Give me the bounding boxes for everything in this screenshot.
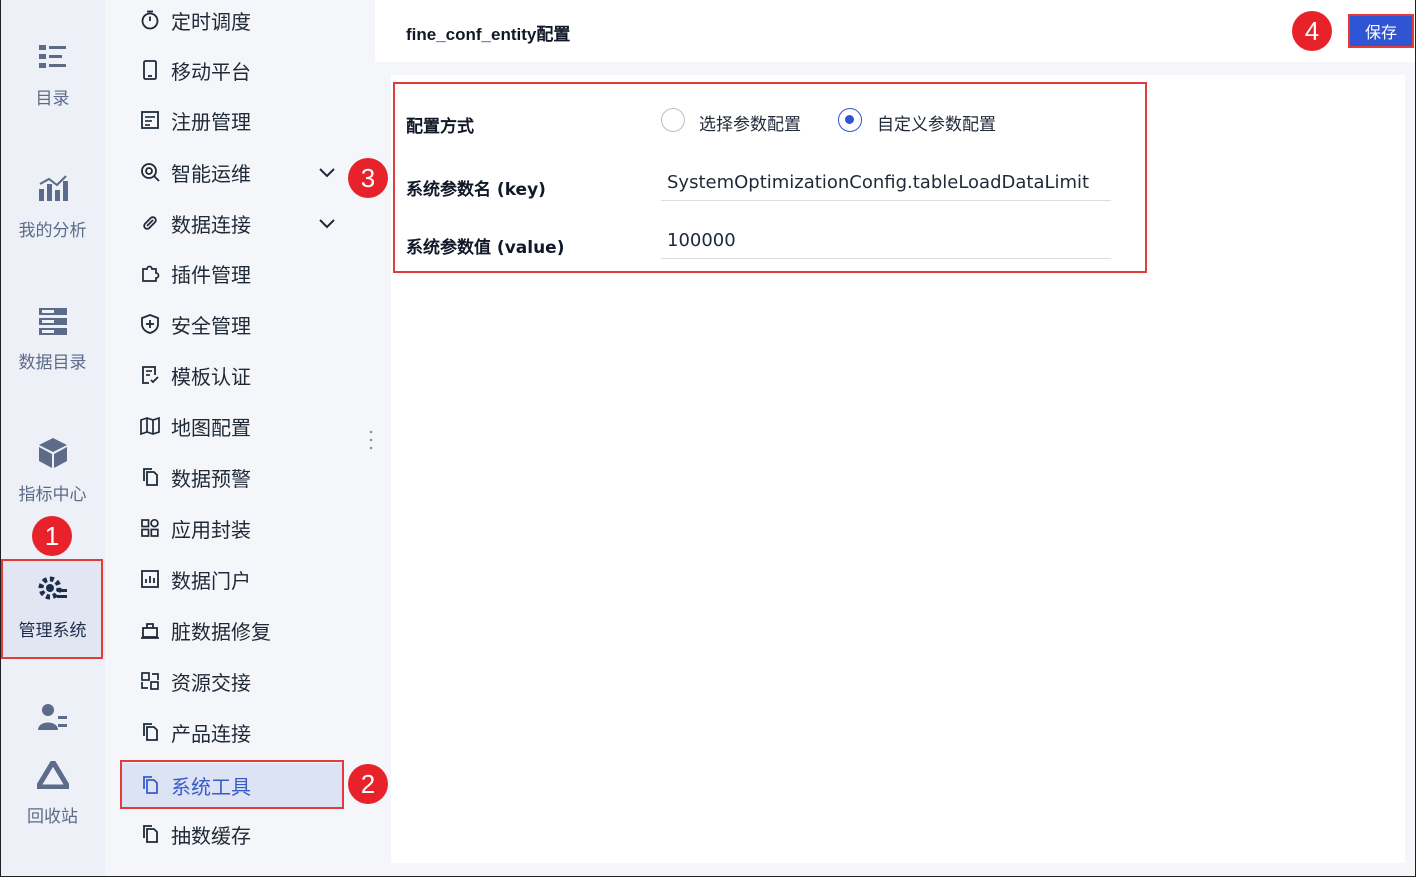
- catalog-icon: [36, 40, 70, 74]
- portal-icon: [139, 568, 161, 590]
- menu-item-label: 产品连接: [171, 721, 251, 746]
- template-cert-icon: [139, 364, 161, 386]
- page-title: fine_conf_entity配置: [406, 25, 571, 44]
- menu-item-data-alert[interactable]: 数据预警: [105, 457, 375, 497]
- menu-item-label: 定时调度: [171, 9, 251, 34]
- menu-item-label: 智能运维: [171, 161, 251, 186]
- menu-item-registration[interactable]: 注册管理: [105, 100, 375, 140]
- data-catalog-icon: [36, 304, 70, 338]
- menu-item-label: 资源交接: [171, 670, 251, 695]
- register-icon: [139, 109, 161, 131]
- rail-item-label: 管理系统: [18, 621, 87, 641]
- menu-item-label: 地图配置: [171, 415, 251, 440]
- rail-item-catalog[interactable]: 目录: [0, 40, 105, 130]
- rail-item-label: 我的分析: [18, 221, 87, 241]
- menu-item-security[interactable]: 安全管理: [105, 304, 375, 344]
- rail-item-metrics-center[interactable]: 指标中心: [0, 436, 105, 526]
- menu-item-template-cert[interactable]: 模板认证: [105, 355, 375, 395]
- rail-item-label: 目录: [35, 89, 70, 109]
- copy-icon: [139, 823, 161, 845]
- config-panel: 配置方式 选择参数配置 自定义参数配置 系统参数名 (key) 系统参数值 (v…: [391, 75, 1405, 863]
- radio-select-param[interactable]: [661, 108, 685, 132]
- menu-item-label: 系统工具: [171, 774, 251, 799]
- user-list-icon: [36, 700, 70, 734]
- radio-custom-param[interactable]: [838, 108, 862, 132]
- rail-item-data-catalog[interactable]: 数据目录: [0, 304, 105, 394]
- rail-item-management-system[interactable]: 管理系统: [0, 560, 105, 658]
- radio-custom-param-label[interactable]: 自定义参数配置: [877, 110, 996, 135]
- ops-icon: [139, 161, 161, 183]
- page-header: fine_conf_entity配置 保存: [375, 0, 1416, 62]
- menu-item-label: 移动平台: [171, 59, 251, 84]
- menu-item-scheduling[interactable]: 定时调度: [105, 0, 375, 40]
- callout-badge-1: 1: [32, 516, 72, 556]
- menu-item-label: 插件管理: [171, 262, 251, 287]
- menu-item-label: 数据连接: [171, 212, 251, 237]
- main-content: fine_conf_entity配置 保存 配置方式 选择参数配置 自定义参数配…: [375, 0, 1416, 877]
- menu-item-label: 应用封装: [171, 517, 251, 542]
- menu-item-label: 数据预警: [171, 466, 251, 491]
- menu-item-label: 安全管理: [171, 313, 251, 338]
- menu-item-label: 模板认证: [171, 364, 251, 389]
- admin-menu: 定时调度 移动平台 注册管理 智能运维 数据连接 插件管理 安全管理 模板认证 …: [105, 0, 375, 877]
- gear-manage-icon: [36, 572, 70, 606]
- copy-icon: [139, 466, 161, 488]
- callout-badge-2: 2: [348, 764, 388, 804]
- analysis-chart-icon: [36, 172, 70, 206]
- rail-item-label: 数据目录: [18, 353, 87, 373]
- menu-item-resource-handover[interactable]: 资源交接: [105, 661, 375, 701]
- timer-icon: [139, 9, 161, 31]
- icon-rail: 目录 我的分析 数据目录 指标中心 管理系统 回收站: [0, 0, 105, 877]
- link-icon: [139, 212, 161, 234]
- map-icon: [139, 415, 161, 437]
- menu-item-plugins[interactable]: 插件管理: [105, 253, 375, 293]
- cube-icon: [36, 436, 70, 470]
- menu-item-data-portal[interactable]: 数据门户: [105, 559, 375, 599]
- menu-item-system-tools[interactable]: 系统工具: [121, 763, 343, 807]
- shield-icon: [139, 313, 161, 335]
- param-value-input[interactable]: [661, 223, 1111, 259]
- rail-item-users[interactable]: [0, 700, 105, 740]
- param-value-label: 系统参数值 (value): [406, 238, 565, 258]
- menu-item-map-config[interactable]: 地图配置: [105, 406, 375, 446]
- config-mode-label: 配置方式: [406, 117, 474, 137]
- menu-item-dirty-data-repair[interactable]: 脏数据修复: [105, 610, 375, 650]
- rail-item-label: 指标中心: [18, 485, 87, 505]
- repair-icon: [139, 619, 161, 641]
- save-button[interactable]: 保存: [1348, 14, 1414, 48]
- recycle-icon: [36, 758, 70, 792]
- rail-item-recycle-bin[interactable]: 回收站: [0, 758, 105, 838]
- rail-item-label: 回收站: [27, 807, 78, 827]
- chevron-down-icon[interactable]: [317, 162, 337, 182]
- menu-item-mobile-platform[interactable]: 移动平台: [105, 50, 375, 90]
- menu-item-app-packaging[interactable]: 应用封装: [105, 508, 375, 548]
- callout-badge-3: 3: [348, 158, 388, 198]
- handover-icon: [139, 670, 161, 692]
- menu-item-label: 抽数缓存: [171, 823, 251, 848]
- copy-icon: [139, 774, 161, 796]
- chevron-down-icon[interactable]: [317, 213, 337, 233]
- radio-select-param-label[interactable]: 选择参数配置: [699, 110, 801, 135]
- apps-grid-icon: [139, 517, 161, 539]
- mobile-icon: [139, 59, 161, 81]
- puzzle-icon: [139, 262, 161, 284]
- rail-item-my-analysis[interactable]: 我的分析: [0, 172, 105, 262]
- param-key-label: 系统参数名 (key): [406, 180, 546, 200]
- param-key-input[interactable]: [661, 165, 1111, 201]
- copy-icon: [139, 721, 161, 743]
- menu-item-label: 脏数据修复: [171, 619, 271, 644]
- menu-item-label: 注册管理: [171, 109, 251, 134]
- menu-item-smart-ops[interactable]: 智能运维: [105, 152, 375, 192]
- menu-item-product-connection[interactable]: 产品连接: [105, 712, 375, 752]
- menu-item-label: 数据门户: [171, 568, 251, 593]
- callout-badge-4: 4: [1292, 11, 1332, 51]
- menu-item-extract-cache[interactable]: 抽数缓存: [105, 814, 375, 854]
- menu-item-data-connection[interactable]: 数据连接: [105, 203, 375, 243]
